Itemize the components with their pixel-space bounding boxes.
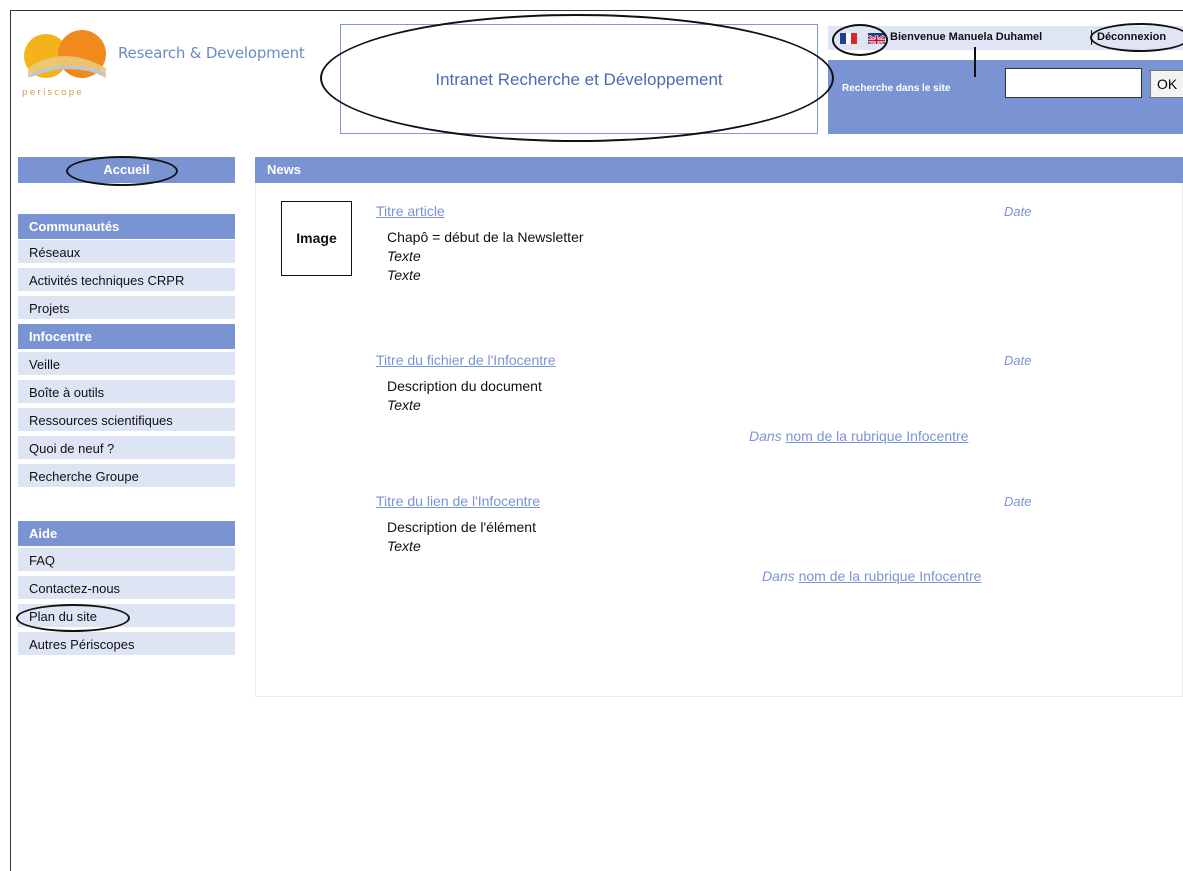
article-title-link[interactable]: Titre article bbox=[376, 203, 445, 219]
sidebar-item-autres-periscopes[interactable]: Autres Périscopes bbox=[18, 632, 235, 657]
search-panel: Recherche dans le site OK bbox=[828, 60, 1183, 134]
french-flag-icon[interactable] bbox=[840, 33, 858, 44]
file-description: Description du document bbox=[387, 378, 542, 394]
sidebar-item-recherche-groupe[interactable]: Recherche Groupe bbox=[18, 464, 235, 489]
tab-accueil[interactable]: Accueil bbox=[18, 157, 235, 183]
link-title-link[interactable]: Titre du lien de l'Infocentre bbox=[376, 493, 540, 509]
sidebar-item-faq[interactable]: FAQ bbox=[18, 548, 235, 573]
annotation-arrow bbox=[974, 47, 976, 77]
sidebar-item-plan-du-site[interactable]: Plan du site bbox=[18, 604, 235, 629]
file-rubrique-prefix: Dans bbox=[749, 428, 782, 444]
article-image: Image bbox=[281, 201, 352, 276]
link-rubrique-prefix: Dans bbox=[762, 568, 795, 584]
sidebar-item-contact[interactable]: Contactez-nous bbox=[18, 576, 235, 601]
periscope-logo-icon bbox=[24, 30, 106, 78]
logo-text: Research & Development bbox=[118, 44, 305, 62]
separator bbox=[1091, 30, 1092, 45]
link-description: Description de l'élément bbox=[387, 519, 536, 535]
file-text: Texte bbox=[387, 397, 421, 413]
site-title: Intranet Recherche et Développement bbox=[435, 70, 723, 89]
logo-subtitle: periscope bbox=[22, 88, 84, 98]
sidebar-heading-communautes[interactable]: Communautés bbox=[18, 214, 235, 239]
link-rubrique-link[interactable]: nom de la rubrique Infocentre bbox=[799, 568, 982, 584]
article-date: Date bbox=[1004, 204, 1032, 219]
search-input[interactable] bbox=[1005, 68, 1142, 98]
welcome-text: Bienvenue Manuela Duhamel bbox=[890, 31, 1043, 43]
search-label: Recherche dans le site bbox=[842, 83, 951, 94]
sidebar-item-ressources[interactable]: Ressources scientifiques bbox=[18, 408, 235, 433]
sidebar-heading-infocentre[interactable]: Infocentre bbox=[18, 324, 235, 349]
file-rubrique-link[interactable]: nom de la rubrique Infocentre bbox=[786, 428, 969, 444]
article-chapo: Chapô = début de la Newsletter bbox=[387, 229, 584, 245]
sidebar-item-boite-outils[interactable]: Boîte à outils bbox=[18, 380, 235, 405]
logo[interactable]: Research & Development periscope bbox=[22, 24, 312, 104]
site-title-box: Intranet Recherche et Développement bbox=[340, 24, 818, 134]
link-text: Texte bbox=[387, 538, 421, 554]
sidebar-item-quoi-de-neuf[interactable]: Quoi de neuf ? bbox=[18, 436, 235, 461]
link-rubrique: Dans nom de la rubrique Infocentre bbox=[762, 568, 981, 584]
search-ok-button[interactable]: OK bbox=[1150, 70, 1183, 98]
file-date: Date bbox=[1004, 353, 1032, 368]
link-date: Date bbox=[1004, 494, 1032, 509]
news-heading: News bbox=[255, 157, 1183, 183]
article-text: Texte bbox=[387, 267, 421, 283]
sidebar-item-projets[interactable]: Projets bbox=[18, 296, 235, 321]
english-flag-icon[interactable] bbox=[868, 33, 885, 44]
file-title-link[interactable]: Titre du fichier de l'Infocentre bbox=[376, 352, 556, 368]
logout-link[interactable]: Déconnexion bbox=[1097, 31, 1166, 43]
sidebar-item-activites[interactable]: Activités techniques CRPR bbox=[18, 268, 235, 293]
file-rubrique: Dans nom de la rubrique Infocentre bbox=[749, 428, 968, 444]
sidebar-heading-aide[interactable]: Aide bbox=[18, 521, 235, 546]
sidebar-item-veille[interactable]: Veille bbox=[18, 352, 235, 377]
user-bar: Bienvenue Manuela Duhamel Déconnexion bbox=[828, 26, 1183, 50]
sidebar-item-reseaux[interactable]: Réseaux bbox=[18, 240, 235, 265]
article-text: Texte bbox=[387, 248, 421, 264]
